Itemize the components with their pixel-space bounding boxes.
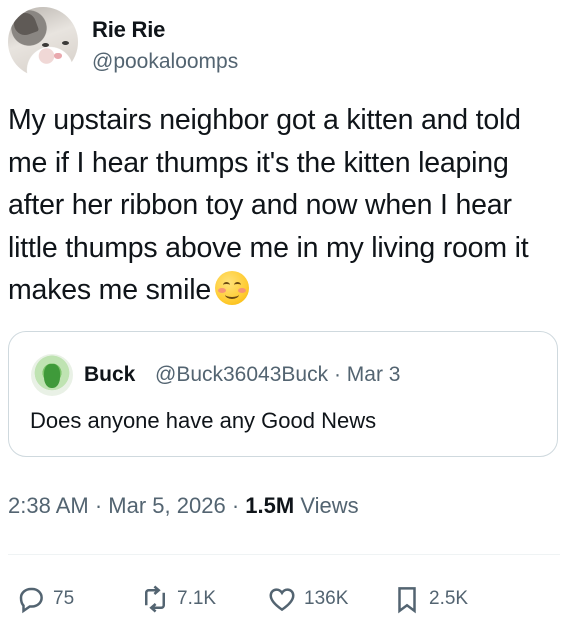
avatar-nose xyxy=(54,53,62,59)
avatar-eye xyxy=(42,43,49,47)
tweet-text-body: My upstairs neighbor got a kitten and to… xyxy=(8,104,529,306)
quoted-author-avatar xyxy=(31,354,73,396)
author-name[interactable]: Rie Rie xyxy=(92,17,165,43)
quoted-tweet-text: Does anyone have any Good News xyxy=(30,408,377,433)
meta-separator: · xyxy=(94,493,103,518)
bookmark-icon xyxy=(398,587,416,614)
tweet-date[interactable]: Mar 5, 2026 xyxy=(108,493,225,518)
speech-bubble-icon xyxy=(19,587,43,614)
quoted-tweet-card[interactable]: Buck @Buck36043Buck · Mar 3 Does anyone … xyxy=(8,331,558,457)
tweet-text: My upstairs neighbor got a kitten and to… xyxy=(8,99,556,312)
meta-separator: · xyxy=(231,493,240,518)
like-count: 136K xyxy=(304,588,349,609)
bookmark-count: 2.5K xyxy=(429,588,469,609)
avatar-ear xyxy=(10,9,40,39)
reply-count: 75 xyxy=(53,588,75,609)
tweet-time[interactable]: 2:38 AM xyxy=(8,493,89,518)
repost-count: 7.1K xyxy=(177,588,217,609)
smiling-face-emoji-icon xyxy=(215,271,250,305)
repost-button[interactable]: 7.1K xyxy=(140,578,216,620)
tweet-meta: 2:38 AM · Mar 5, 2026 · 1.5M Views xyxy=(8,493,359,519)
avatar-eye xyxy=(62,41,69,45)
bookmark-button[interactable]: 2.5K xyxy=(392,578,468,620)
reply-button[interactable]: 75 xyxy=(16,578,74,620)
heart-icon xyxy=(269,588,295,612)
author-avatar[interactable] xyxy=(8,7,78,77)
divider xyxy=(8,554,560,555)
quoted-author-handle: @Buck36043Buck xyxy=(155,363,329,386)
quoted-author-name: Buck xyxy=(84,363,136,386)
quoted-separator: · xyxy=(333,363,341,386)
quoted-date: Mar 3 xyxy=(346,363,401,386)
author-handle[interactable]: @pookaloomps xyxy=(92,50,238,74)
tweet-header: Rie Rie @pookaloomps xyxy=(8,7,560,77)
action-bar: 75 7.1K 136K 2.5K xyxy=(0,578,568,620)
repost-arrows-icon xyxy=(145,585,165,613)
quoted-author-handle-date: @Buck36043Buck · Mar 3 xyxy=(155,363,400,387)
like-button[interactable]: 136K xyxy=(267,578,348,620)
views-count: 1.5M xyxy=(245,493,295,518)
views-label: Views xyxy=(300,493,359,518)
